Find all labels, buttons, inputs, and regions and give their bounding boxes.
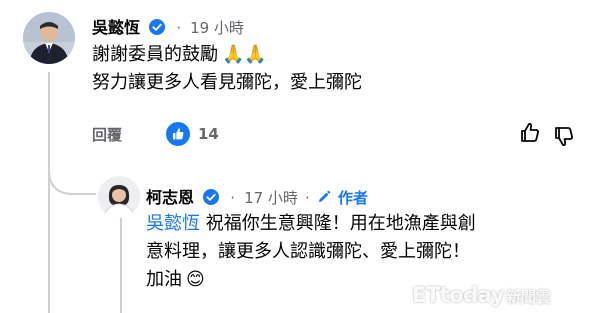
comment-header: 吳懿恆 · 19 小時 (92, 14, 244, 38)
like-count: 14 (198, 125, 219, 143)
thread-curve (48, 170, 96, 195)
comment-header: 柯志恩 · 17 小時 · 作者 (146, 184, 368, 208)
pencil-icon (318, 190, 331, 202)
thumbs-down-icon[interactable] (552, 124, 576, 148)
comment-time[interactable]: 17 小時 (244, 189, 298, 207)
comment-body: 謝謝委員的鼓勵 🙏🙏 努力讓更多人看見彌陀，愛上彌陀 (92, 41, 362, 97)
praying-hands-emoji: 🙏🙏 (222, 44, 267, 65)
avatar-person-icon (98, 176, 140, 218)
author-name[interactable]: 吳懿恆 (92, 18, 140, 37)
smiling-emoji: 😊 (186, 269, 205, 290)
comment-text: 加油 (146, 269, 182, 290)
reply-thread-line (120, 216, 122, 313)
verified-badge-icon (203, 189, 220, 205)
reaction-summary[interactable]: 14 (166, 121, 219, 147)
mention-link[interactable]: 吳懿恆 (146, 213, 200, 234)
comment-line: 意料理，讓更多人認識彌陀、愛上彌陀！ (146, 241, 470, 262)
author-name[interactable]: 柯志恩 (146, 188, 194, 207)
comment-time[interactable]: 19 小時 (190, 19, 244, 37)
comment-line: 吳懿恆 祝福你生意興隆！用在地漁產與創 (146, 210, 476, 238)
comment-text: 謝謝委員的鼓勵 (92, 44, 218, 65)
watermark-suffix: 新聞雲 (505, 288, 551, 306)
avatar-person-icon (23, 12, 75, 64)
avatar-replier[interactable] (98, 176, 140, 218)
separator-dot: · (176, 19, 181, 37)
reply-button[interactable]: 回覆 (92, 124, 122, 145)
separator-dot: · (230, 189, 235, 207)
author-badge: 作者 (338, 189, 369, 207)
thumbs-up-icon[interactable] (518, 121, 542, 145)
ettoday-watermark: ETtoday 新聞雲 (412, 283, 551, 307)
comment-line: 謝謝委員的鼓勵 🙏🙏 (92, 41, 362, 69)
separator-dot: · (305, 189, 310, 207)
comment-line: 努力讓更多人看見彌陀，愛上彌陀 (92, 72, 362, 93)
avatar-commenter[interactable] (23, 12, 75, 64)
watermark-brand: ETtoday (412, 283, 504, 307)
verified-badge-icon (149, 19, 166, 35)
reply-body: 吳懿恆 祝福你生意興隆！用在地漁產與創 意料理，讓更多人認識彌陀、愛上彌陀！ 加… (146, 210, 476, 294)
like-reaction-icon (166, 122, 190, 146)
comment-text: 祝福你生意興隆！用在地漁產與創 (200, 213, 476, 234)
